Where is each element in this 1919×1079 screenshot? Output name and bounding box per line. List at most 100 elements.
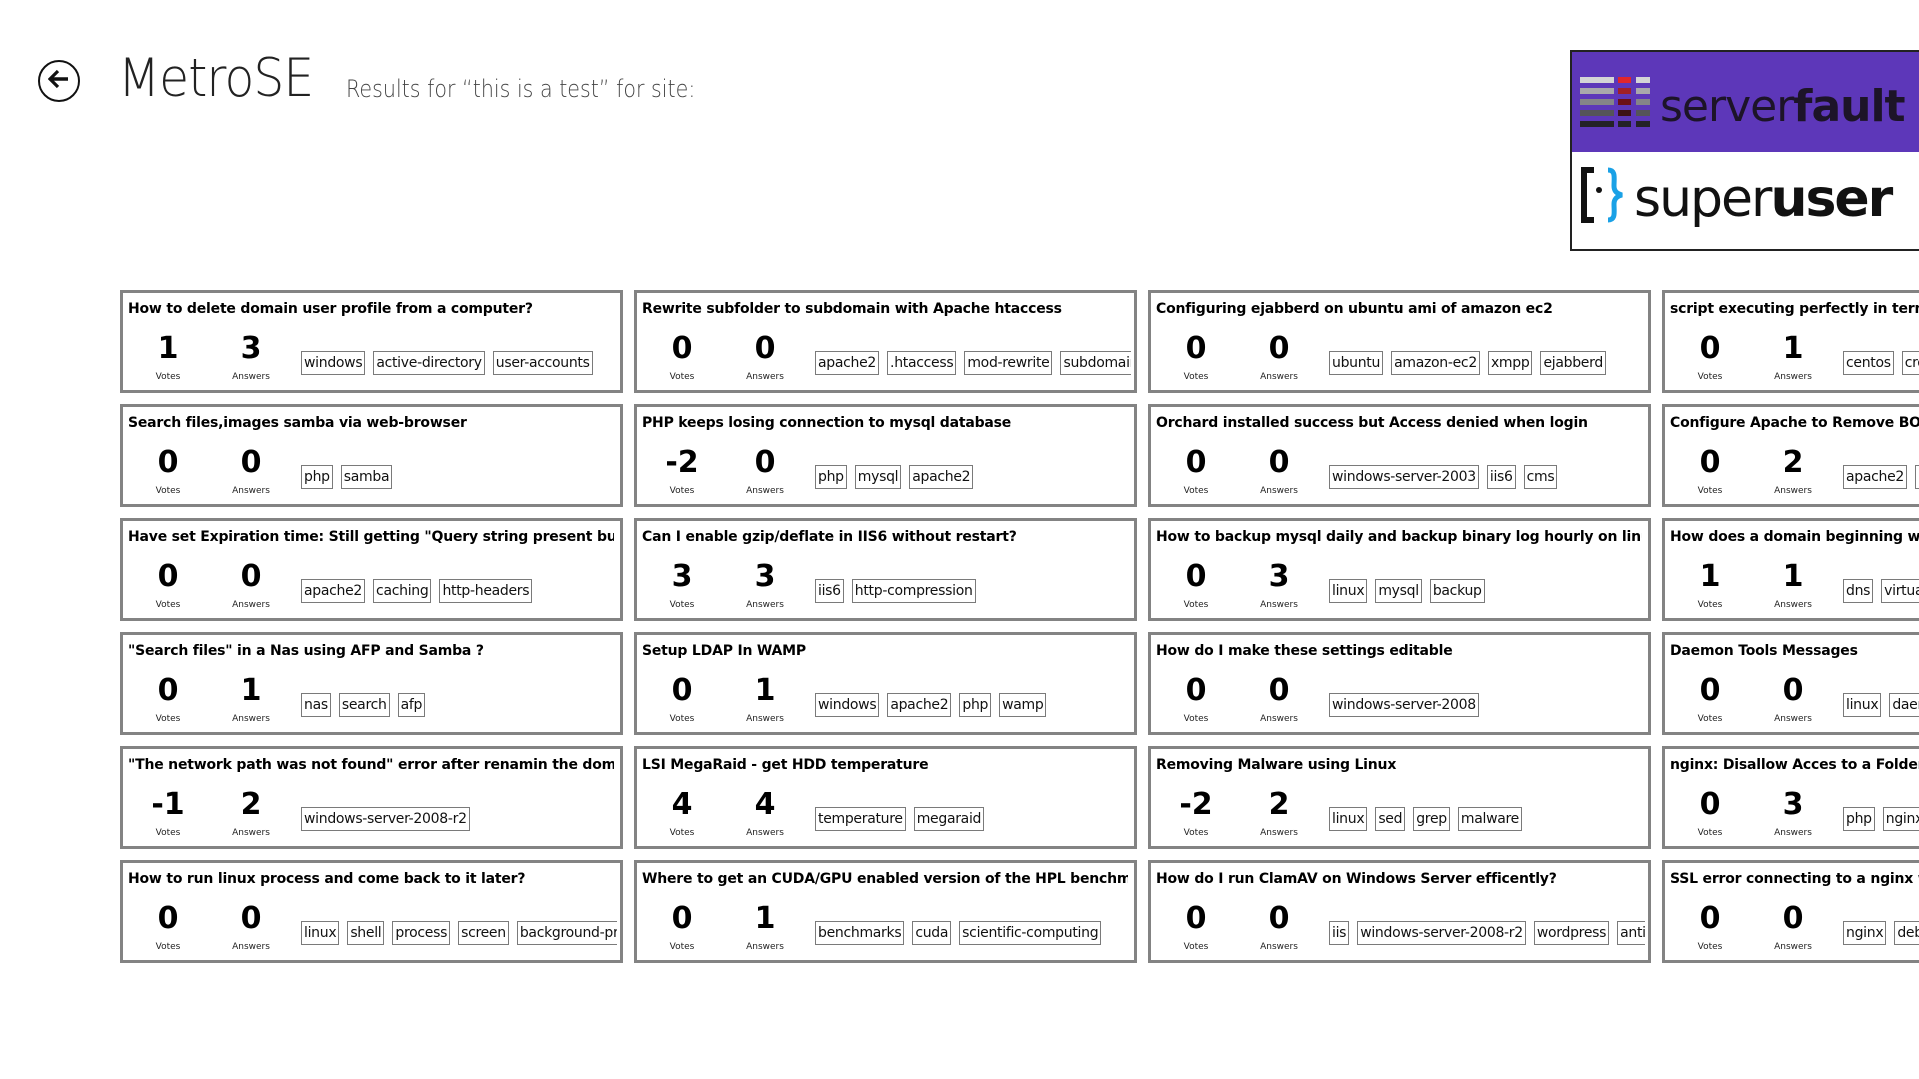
- question-title[interactable]: PHP keeps losing connection to mysql dat…: [642, 413, 1128, 433]
- result-tile[interactable]: Can I enable gzip/deflate in IIS6 withou…: [634, 518, 1137, 621]
- tag[interactable]: cms: [1523, 465, 1558, 489]
- tag[interactable]: virtua: [1881, 579, 1919, 603]
- question-title[interactable]: script executing perfectly in termina: [1670, 299, 1919, 319]
- result-tile[interactable]: Where to get an CUDA/GPU enabled version…: [634, 860, 1137, 963]
- tag[interactable]: daem: [1889, 693, 1919, 717]
- result-tile[interactable]: How do I run ClamAV on Windows Server ef…: [1148, 860, 1651, 963]
- tag[interactable]: php: [959, 693, 992, 717]
- result-tile[interactable]: Search files,images samba via web-browse…: [120, 404, 623, 507]
- result-tile[interactable]: SSL error connecting to a nginx web 0 Vote…: [1662, 860, 1919, 963]
- result-tile[interactable]: Daemon Tools Messages 0 Votes 0 Answers linux…: [1662, 632, 1919, 735]
- question-title[interactable]: How to run linux process and come back t…: [128, 869, 614, 889]
- question-title[interactable]: Orchard installed success but Access den…: [1156, 413, 1642, 433]
- tag[interactable]: amazon-ec2: [1391, 351, 1480, 375]
- result-tile[interactable]: How does a domain beginning with 1 Votes 1 A…: [1662, 518, 1919, 621]
- question-title[interactable]: Have set Expiration time: Still getting …: [128, 527, 614, 547]
- tag[interactable]: backup: [1429, 579, 1485, 603]
- question-title[interactable]: Removing Malware using Linux: [1156, 755, 1642, 775]
- tag[interactable]: nas: [301, 693, 331, 717]
- tag[interactable]: php: [815, 465, 847, 489]
- question-title[interactable]: How do I run ClamAV on Windows Server ef…: [1156, 869, 1642, 889]
- tag[interactable]: apache2: [815, 351, 880, 375]
- question-title[interactable]: "The network path was not found" error a…: [128, 755, 614, 775]
- result-tile[interactable]: LSI MegaRaid - get HDD temperature 4 Votes…: [634, 746, 1137, 849]
- tag[interactable]: cro: [1901, 351, 1919, 375]
- tag[interactable]: mysql: [1375, 579, 1422, 603]
- question-title[interactable]: How does a domain beginning with: [1670, 527, 1919, 547]
- result-tile[interactable]: How do I make these settings editable 0 Vo…: [1148, 632, 1651, 735]
- tag[interactable]: windows-server-2003: [1329, 465, 1479, 489]
- tag[interactable]: ejabberd: [1540, 351, 1606, 375]
- question-title[interactable]: Can I enable gzip/deflate in IIS6 withou…: [642, 527, 1128, 547]
- tag[interactable]: xmpp: [1487, 351, 1533, 375]
- result-tile[interactable]: Rewrite subfolder to subdomain with Apac…: [634, 290, 1137, 393]
- back-button[interactable]: [38, 60, 80, 102]
- tag[interactable]: http-headers: [439, 579, 533, 603]
- result-tile[interactable]: How to delete domain user profile from a…: [120, 290, 623, 393]
- tag[interactable]: linux: [1843, 693, 1882, 717]
- question-title[interactable]: LSI MegaRaid - get HDD temperature: [642, 755, 1128, 775]
- tag[interactable]: windows-server-2008-r2: [301, 807, 470, 831]
- tag[interactable]: http-compression: [851, 579, 976, 603]
- site-option-superuser[interactable]: superuser: [1572, 152, 1919, 249]
- result-tile[interactable]: How to run linux process and come back t…: [120, 860, 623, 963]
- question-title[interactable]: Configuring ejabberd on ubuntu ami of am…: [1156, 299, 1642, 319]
- tag[interactable]: ubuntu: [1329, 351, 1384, 375]
- tag[interactable]: process: [392, 921, 451, 945]
- tag[interactable]: windows-server-2008-r2: [1357, 921, 1526, 945]
- tag[interactable]: php: [301, 465, 333, 489]
- tag[interactable]: cuda: [912, 921, 952, 945]
- site-option-serverfault[interactable]: serverfault: [1572, 52, 1919, 152]
- tag[interactable]: benchmarks: [815, 921, 905, 945]
- question-title[interactable]: Setup LDAP In WAMP: [642, 641, 1128, 661]
- tag[interactable]: wordpress: [1533, 921, 1610, 945]
- result-tile[interactable]: script executing perfectly in termina 0 Vo…: [1662, 290, 1919, 393]
- tag[interactable]: windows: [815, 693, 880, 717]
- question-title[interactable]: Rewrite subfolder to subdomain with Apac…: [642, 299, 1128, 319]
- question-title[interactable]: How do I make these settings editable: [1156, 641, 1642, 661]
- question-title[interactable]: Configure Apache to Remove BOM A: [1670, 413, 1919, 433]
- result-tile[interactable]: Setup LDAP In WAMP 0 Votes 1 Answers windows a…: [634, 632, 1137, 735]
- result-tile[interactable]: Configure Apache to Remove BOM A 0 Votes 2 A…: [1662, 404, 1919, 507]
- tag[interactable]: nginx: [1843, 921, 1887, 945]
- result-tile[interactable]: nginx: Disallow Acces to a Folder, ex 0 Vo…: [1662, 746, 1919, 849]
- question-title[interactable]: Where to get an CUDA/GPU enabled version…: [642, 869, 1128, 889]
- tag[interactable]: mysql: [854, 465, 902, 489]
- question-title[interactable]: nginx: Disallow Acces to a Folder, ex: [1670, 755, 1919, 775]
- tag[interactable]: centos: [1843, 351, 1894, 375]
- tag[interactable]: nginx: [1882, 807, 1919, 831]
- tag[interactable]: shell: [347, 921, 385, 945]
- tag[interactable]: windows: [301, 351, 366, 375]
- tag[interactable]: .htaccess: [887, 351, 957, 375]
- tag[interactable]: wamp: [999, 693, 1047, 717]
- question-title[interactable]: Search files,images samba via web-browse…: [128, 413, 614, 433]
- tag[interactable]: antiv: [1617, 921, 1645, 945]
- tag[interactable]: php: [1843, 807, 1875, 831]
- tag[interactable]: deb: [1894, 921, 1919, 945]
- tag[interactable]: scientific-computing: [959, 921, 1102, 945]
- question-title[interactable]: "Search files" in a Nas using AFP and Sa…: [128, 641, 614, 661]
- tag[interactable]: p: [1915, 465, 1919, 489]
- tag[interactable]: afp: [397, 693, 426, 717]
- result-tile[interactable]: PHP keeps losing connection to mysql dat…: [634, 404, 1137, 507]
- tag[interactable]: search: [338, 693, 390, 717]
- tag[interactable]: subdomain: [1060, 351, 1131, 375]
- tag[interactable]: caching: [373, 579, 432, 603]
- result-tile[interactable]: Have set Expiration time: Still getting …: [120, 518, 623, 621]
- result-tile[interactable]: Orchard installed success but Access den…: [1148, 404, 1651, 507]
- tag[interactable]: screen: [458, 921, 509, 945]
- tag[interactable]: iis6: [1486, 465, 1516, 489]
- question-title[interactable]: How to backup mysql daily and backup bin…: [1156, 527, 1642, 547]
- tag[interactable]: mod-rewrite: [964, 351, 1053, 375]
- tag[interactable]: linux: [301, 921, 340, 945]
- tag[interactable]: user-accounts: [492, 351, 593, 375]
- tag[interactable]: iis6: [815, 579, 844, 603]
- tag[interactable]: active-directory: [373, 351, 485, 375]
- tag[interactable]: temperature: [815, 807, 906, 831]
- tag[interactable]: windows-server-2008: [1329, 693, 1479, 717]
- question-title[interactable]: How to delete domain user profile from a…: [128, 299, 614, 319]
- tag[interactable]: iis: [1329, 921, 1350, 945]
- result-tile[interactable]: Removing Malware using Linux -2 Votes 2 Answ…: [1148, 746, 1651, 849]
- tag[interactable]: apache2: [1843, 465, 1908, 489]
- tag[interactable]: apache2: [909, 465, 974, 489]
